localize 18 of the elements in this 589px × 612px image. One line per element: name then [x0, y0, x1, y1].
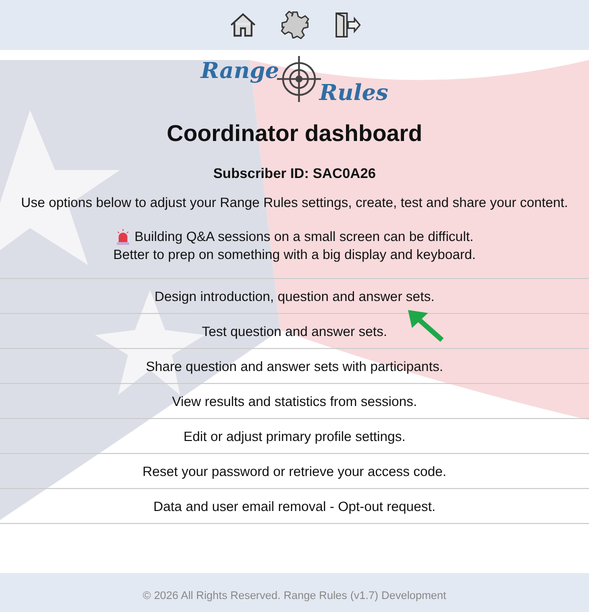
logo-text: Range: [200, 58, 280, 84]
logo-text: Rules: [319, 80, 388, 106]
menu-link[interactable]: Data and user email removal - Opt-out request.: [153, 498, 436, 514]
copyright-text: © 2026 All Rights Reserved. Range Rules (v1.7) Development: [142, 590, 446, 602]
notice-text: Building Q&A sessions on a small screen can be difficult.: [134, 228, 474, 246]
siren-icon: [116, 229, 130, 245]
menu-link[interactable]: Test question and answer sets.: [202, 324, 388, 338]
intro-text: Use options below to adjust your Range Rules settings, create, test and share your content.: [20, 195, 568, 210]
notice-text: Better to prep on something with a big display and keyboard.: [113, 246, 476, 264]
menu-link[interactable]: Edit or adjust primary profile settings.: [183, 428, 406, 444]
menu-link[interactable]: Share question and answer sets with participants.: [146, 358, 444, 374]
settings-icon[interactable]: [280, 10, 310, 40]
page-title: Coordinator dashboard: [166, 120, 422, 147]
menu-link[interactable]: Design introduction, question and answer sets.: [154, 288, 434, 304]
arrow-drawing: [406, 308, 446, 344]
subscriber-id: Subscriber ID: SAC0A26: [213, 165, 376, 181]
menu-link[interactable]: Reset your password or retrieve your access code.: [142, 464, 446, 478]
menu-link[interactable]: View results and statistics from sessions.: [172, 394, 418, 408]
